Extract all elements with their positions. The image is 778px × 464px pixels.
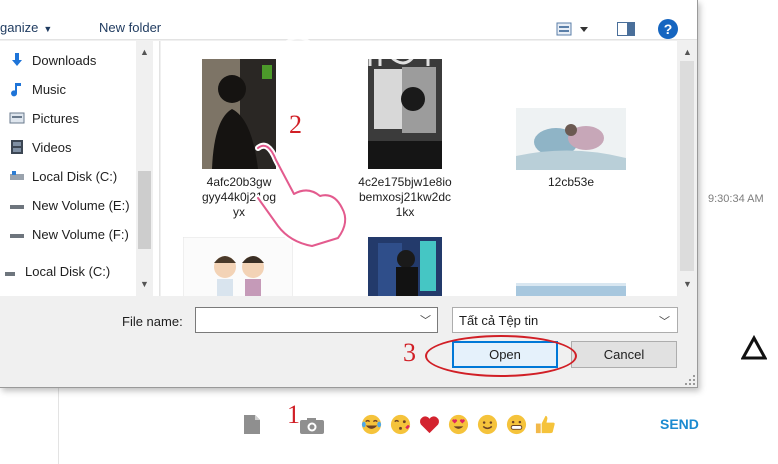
videos-icon — [11, 140, 23, 154]
send-button[interactable]: SEND — [660, 416, 699, 432]
watermark-logo — [278, 36, 566, 76]
file-name-line: bemxosj21kw2dc — [358, 190, 452, 204]
scroll-down-icon[interactable]: ▼ — [683, 279, 692, 289]
message-timestamp: 9:30:34 AM — [708, 193, 764, 205]
sidebar-item-label: Music — [32, 81, 66, 97]
resize-grip-icon[interactable] — [684, 374, 696, 386]
camera-icon[interactable] — [299, 417, 325, 435]
organize-label: ganize — [0, 20, 39, 35]
help-icon[interactable]: ? — [658, 19, 678, 39]
sidebar-item-label: New Volume (F:) — [32, 226, 129, 242]
scrollbar-thumb[interactable] — [680, 61, 694, 271]
sidebar-item-new-volume-e[interactable]: New Volume (E:) — [9, 194, 130, 216]
file-list-scrollbar[interactable]: ▲ ▼ — [677, 41, 697, 296]
heart-eyes-emoji[interactable] — [447, 413, 470, 436]
sidebar-item-label: Local Disk (C:) — [25, 263, 111, 279]
chat-divider — [58, 380, 59, 464]
thumbs-up-emoji[interactable] — [534, 413, 557, 436]
file-thumbnail[interactable] — [516, 283, 626, 296]
file-name-line: 4c2e175bjw1e8io — [358, 175, 452, 189]
file-name-line: 1kx — [395, 205, 415, 219]
music-note-icon — [11, 83, 21, 97]
drive-icon — [10, 234, 24, 238]
scroll-down-icon[interactable]: ▼ — [140, 279, 149, 289]
navigation-pane: Downloads Music Pictures Videos Local Di… — [0, 41, 160, 296]
pictures-icon — [9, 112, 25, 124]
file-thumbnail[interactable] — [516, 108, 626, 170]
scroll-up-icon[interactable]: ▲ — [140, 47, 149, 57]
file-name: 12cb53e — [547, 175, 595, 189]
sidebar-item-new-volume-f[interactable]: New Volume (F:) — [9, 223, 129, 245]
file-type-select[interactable]: Tất cả Tệp tin ﹀ — [452, 307, 678, 333]
emoji-bar — [360, 413, 557, 436]
sidebar-item-label: Downloads — [32, 52, 97, 68]
drive-icon — [10, 171, 24, 180]
scroll-up-icon[interactable]: ▲ — [683, 47, 692, 57]
nav-scrollbar[interactable]: ▲ ▼ — [136, 41, 153, 296]
file-attach-icon[interactable] — [243, 414, 261, 435]
organize-menu[interactable]: ganize ▼ — [0, 20, 52, 35]
sidebar-item-label: Videos — [32, 139, 72, 155]
preview-pane-icon[interactable] — [617, 22, 635, 36]
sidebar-item-label: New Volume (E:) — [32, 197, 130, 213]
tears-of-joy-emoji[interactable] — [360, 413, 383, 436]
triangle-icon[interactable] — [741, 335, 767, 361]
grinning-face-emoji[interactable] — [505, 413, 528, 436]
scrollbar-thumb[interactable] — [138, 171, 151, 249]
red-heart-emoji[interactable] — [418, 413, 441, 436]
sidebar-item-local-disk-c-2[interactable]: Local Disk (C:) — [2, 260, 110, 282]
file-tile[interactable]: 12cb53e — [519, 175, 623, 190]
smiling-face-emoji[interactable] — [476, 413, 499, 436]
file-name-input[interactable]: ﹀ — [195, 307, 438, 333]
file-tile[interactable]: 4c2e175bjw1e8io bemxosj21kw2dc 1kx — [341, 175, 469, 220]
drive-icon — [10, 205, 24, 209]
sidebar-item-videos[interactable]: Videos — [9, 136, 72, 158]
download-arrow-icon — [12, 53, 22, 66]
sidebar-item-pictures[interactable]: Pictures — [9, 107, 79, 129]
chevron-down-icon: ▼ — [43, 24, 53, 34]
file-thumbnail[interactable] — [368, 237, 442, 296]
chevron-down-icon[interactable]: ﹀ — [420, 312, 431, 328]
step-3-annotation: 3 — [403, 338, 416, 367]
new-folder-button[interactable]: New folder — [99, 20, 161, 35]
sidebar-item-label: Local Disk (C:) — [32, 168, 118, 184]
drive-icon — [5, 272, 15, 276]
sidebar-item-music[interactable]: Music — [9, 78, 66, 100]
blowing-kiss-emoji[interactable] — [389, 413, 412, 436]
sidebar-item-local-disk-c[interactable]: Local Disk (C:) — [9, 165, 117, 187]
cancel-button[interactable]: Cancel — [571, 341, 677, 368]
sidebar-item-downloads[interactable]: Downloads — [9, 49, 96, 71]
file-name-label: File name: — [122, 314, 183, 329]
chevron-down-icon: ﹀ — [659, 316, 670, 328]
sidebar-item-label: Pictures — [32, 110, 79, 126]
highlight-ellipse — [425, 335, 577, 377]
pointing-hand-icon — [255, 142, 349, 249]
step-1-annotation: 1 — [287, 400, 300, 429]
file-type-value: Tất cả Tệp tin — [459, 313, 539, 328]
